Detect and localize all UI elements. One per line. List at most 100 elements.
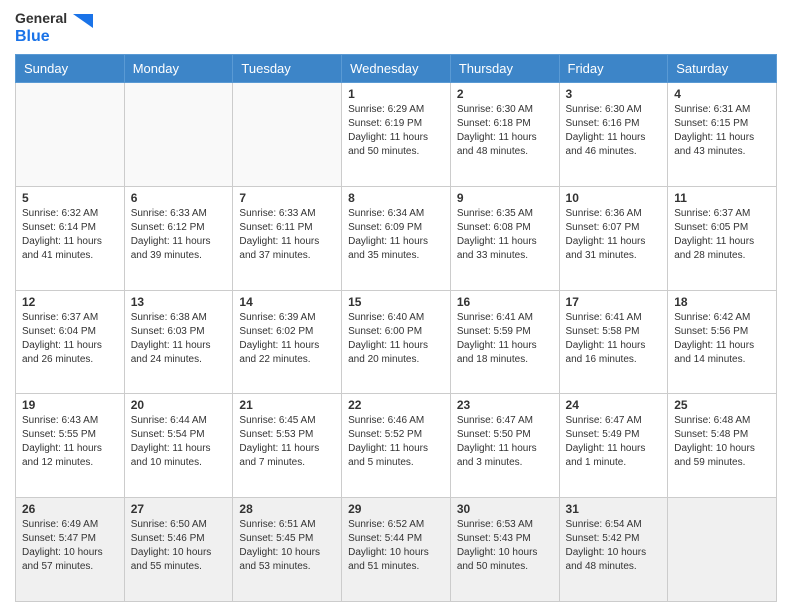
day-info: Sunrise: 6:46 AMSunset: 5:52 PMDaylight:… xyxy=(348,414,444,470)
day-info: Sunrise: 6:39 AMSunset: 6:02 PMDaylight:… xyxy=(239,311,335,367)
calendar-header-row: SundayMondayTuesdayWednesdayThursdayFrid… xyxy=(16,54,777,82)
day-number: 10 xyxy=(566,191,662,205)
day-number: 18 xyxy=(674,295,770,309)
day-info: Sunrise: 6:51 AMSunset: 5:45 PMDaylight:… xyxy=(239,518,335,574)
day-number: 13 xyxy=(131,295,227,309)
header: General Blue xyxy=(15,10,777,46)
calendar-cell: 23 Sunrise: 6:47 AMSunset: 5:50 PMDayligh… xyxy=(450,394,559,498)
calendar-week-row: 5Sunrise: 6:32 AMSunset: 6:14 PMDaylight… xyxy=(16,186,777,290)
calendar-day-header: Tuesday xyxy=(233,54,342,82)
day-info: Sunrise: 6:37 AMSunset: 6:05 PMDaylight:… xyxy=(674,207,770,263)
calendar-week-row: 12 Sunrise: 6:37 AMSunset: 6:04 PMDayligh… xyxy=(16,290,777,394)
day-info: Sunrise: 6:41 AMSunset: 5:59 PMDaylight:… xyxy=(457,311,553,367)
calendar-cell: 6 Sunrise: 6:33 AMSunset: 6:12 PMDaylight… xyxy=(124,186,233,290)
calendar-day-header: Monday xyxy=(124,54,233,82)
calendar-cell: 15 Sunrise: 6:40 AMSunset: 6:00 PMDayligh… xyxy=(342,290,451,394)
day-info: Sunrise: 6:45 AMSunset: 5:53 PMDaylight:… xyxy=(239,414,335,470)
day-number: 20 xyxy=(131,398,227,412)
calendar-cell: 7Sunrise: 6:33 AMSunset: 6:11 PMDaylight… xyxy=(233,186,342,290)
day-number: 27 xyxy=(131,502,227,516)
day-number: 19 xyxy=(22,398,118,412)
day-number: 3 xyxy=(566,87,662,101)
day-info: Sunrise: 6:50 AMSunset: 5:46 PMDaylight:… xyxy=(131,518,227,574)
day-info: Sunrise: 6:44 AMSunset: 5:54 PMDaylight:… xyxy=(131,414,227,470)
day-info: Sunrise: 6:30 AMSunset: 6:16 PMDaylight:… xyxy=(566,103,662,159)
day-number: 30 xyxy=(457,502,553,516)
day-number: 9 xyxy=(457,191,553,205)
calendar-cell: 9 Sunrise: 6:35 AMSunset: 6:08 PMDaylight… xyxy=(450,186,559,290)
calendar-day-header: Thursday xyxy=(450,54,559,82)
day-info: Sunrise: 6:53 AMSunset: 5:43 PMDaylight:… xyxy=(457,518,553,574)
calendar-cell: 26 Sunrise: 6:49 AMSunset: 5:47 PMDayligh… xyxy=(16,498,125,602)
day-number: 21 xyxy=(239,398,335,412)
calendar-day-header: Friday xyxy=(559,54,668,82)
calendar-cell: 11 Sunrise: 6:37 AMSunset: 6:05 PMDayligh… xyxy=(668,186,777,290)
day-info: Sunrise: 6:31 AMSunset: 6:15 PMDaylight:… xyxy=(674,103,770,159)
day-info: Sunrise: 6:38 AMSunset: 6:03 PMDaylight:… xyxy=(131,311,227,367)
day-number: 1 xyxy=(348,87,444,101)
day-info: Sunrise: 6:42 AMSunset: 5:56 PMDaylight:… xyxy=(674,311,770,367)
calendar-cell: 13 Sunrise: 6:38 AMSunset: 6:03 PMDayligh… xyxy=(124,290,233,394)
day-info: Sunrise: 6:36 AMSunset: 6:07 PMDaylight:… xyxy=(566,207,662,263)
calendar-cell: 2 Sunrise: 6:30 AMSunset: 6:18 PMDaylight… xyxy=(450,82,559,186)
day-info: Sunrise: 6:43 AMSunset: 5:55 PMDaylight:… xyxy=(22,414,118,470)
day-number: 15 xyxy=(348,295,444,309)
page: General Blue SundayMondayTuesdayWednesda… xyxy=(0,0,792,612)
calendar-table: SundayMondayTuesdayWednesdayThursdayFrid… xyxy=(15,54,777,602)
day-info: Sunrise: 6:40 AMSunset: 6:00 PMDaylight:… xyxy=(348,311,444,367)
logo-general: General xyxy=(15,10,67,26)
day-number: 28 xyxy=(239,502,335,516)
day-number: 22 xyxy=(348,398,444,412)
calendar-cell: 5Sunrise: 6:32 AMSunset: 6:14 PMDaylight… xyxy=(16,186,125,290)
calendar-week-row: 1Sunrise: 6:29 AMSunset: 6:19 PMDaylight… xyxy=(16,82,777,186)
calendar-week-row: 26 Sunrise: 6:49 AMSunset: 5:47 PMDayligh… xyxy=(16,498,777,602)
calendar-cell xyxy=(233,82,342,186)
day-info: Sunrise: 6:47 AMSunset: 5:49 PMDaylight:… xyxy=(566,414,662,470)
calendar-cell: 19 Sunrise: 6:43 AMSunset: 5:55 PMDayligh… xyxy=(16,394,125,498)
calendar-cell: 3 Sunrise: 6:30 AMSunset: 6:16 PMDaylight… xyxy=(559,82,668,186)
calendar-cell: 28 Sunrise: 6:51 AMSunset: 5:45 PMDayligh… xyxy=(233,498,342,602)
calendar-cell: 4 Sunrise: 6:31 AMSunset: 6:15 PMDaylight… xyxy=(668,82,777,186)
day-info: Sunrise: 6:49 AMSunset: 5:47 PMDaylight:… xyxy=(22,518,118,574)
calendar-cell: 14Sunrise: 6:39 AMSunset: 6:02 PMDayligh… xyxy=(233,290,342,394)
day-number: 29 xyxy=(348,502,444,516)
day-number: 16 xyxy=(457,295,553,309)
calendar-cell: 25 Sunrise: 6:48 AMSunset: 5:48 PMDayligh… xyxy=(668,394,777,498)
calendar-cell: 17Sunrise: 6:41 AMSunset: 5:58 PMDayligh… xyxy=(559,290,668,394)
day-info: Sunrise: 6:30 AMSunset: 6:18 PMDaylight:… xyxy=(457,103,553,159)
day-number: 11 xyxy=(674,191,770,205)
calendar-cell: 8Sunrise: 6:34 AMSunset: 6:09 PMDaylight… xyxy=(342,186,451,290)
day-info: Sunrise: 6:47 AMSunset: 5:50 PMDaylight:… xyxy=(457,414,553,470)
logo-blue: Blue xyxy=(15,28,50,45)
calendar-cell: 20 Sunrise: 6:44 AMSunset: 5:54 PMDayligh… xyxy=(124,394,233,498)
day-number: 12 xyxy=(22,295,118,309)
calendar-cell xyxy=(124,82,233,186)
day-info: Sunrise: 6:35 AMSunset: 6:08 PMDaylight:… xyxy=(457,207,553,263)
day-number: 26 xyxy=(22,502,118,516)
day-number: 4 xyxy=(674,87,770,101)
day-number: 2 xyxy=(457,87,553,101)
calendar-day-header: Sunday xyxy=(16,54,125,82)
day-number: 5 xyxy=(22,191,118,205)
day-info: Sunrise: 6:52 AMSunset: 5:44 PMDaylight:… xyxy=(348,518,444,574)
day-info: Sunrise: 6:37 AMSunset: 6:04 PMDaylight:… xyxy=(22,311,118,367)
calendar-cell: 29 Sunrise: 6:52 AMSunset: 5:44 PMDayligh… xyxy=(342,498,451,602)
calendar-cell: 22 Sunrise: 6:46 AMSunset: 5:52 PMDayligh… xyxy=(342,394,451,498)
day-number: 23 xyxy=(457,398,553,412)
day-info: Sunrise: 6:48 AMSunset: 5:48 PMDaylight:… xyxy=(674,414,770,470)
day-number: 25 xyxy=(674,398,770,412)
calendar-cell: 27 Sunrise: 6:50 AMSunset: 5:46 PMDayligh… xyxy=(124,498,233,602)
logo-text-block: General Blue xyxy=(15,10,67,46)
day-number: 6 xyxy=(131,191,227,205)
day-number: 24 xyxy=(566,398,662,412)
calendar-cell: 1Sunrise: 6:29 AMSunset: 6:19 PMDaylight… xyxy=(342,82,451,186)
day-number: 17 xyxy=(566,295,662,309)
calendar-cell: 30 Sunrise: 6:53 AMSunset: 5:43 PMDayligh… xyxy=(450,498,559,602)
day-number: 31 xyxy=(566,502,662,516)
day-info: Sunrise: 6:54 AMSunset: 5:42 PMDaylight:… xyxy=(566,518,662,574)
day-info: Sunrise: 6:33 AMSunset: 6:12 PMDaylight:… xyxy=(131,207,227,263)
calendar-cell: 12 Sunrise: 6:37 AMSunset: 6:04 PMDayligh… xyxy=(16,290,125,394)
calendar-week-row: 19 Sunrise: 6:43 AMSunset: 5:55 PMDayligh… xyxy=(16,394,777,498)
calendar-cell: 10 Sunrise: 6:36 AMSunset: 6:07 PMDayligh… xyxy=(559,186,668,290)
logo-triangle-icon xyxy=(73,14,93,42)
